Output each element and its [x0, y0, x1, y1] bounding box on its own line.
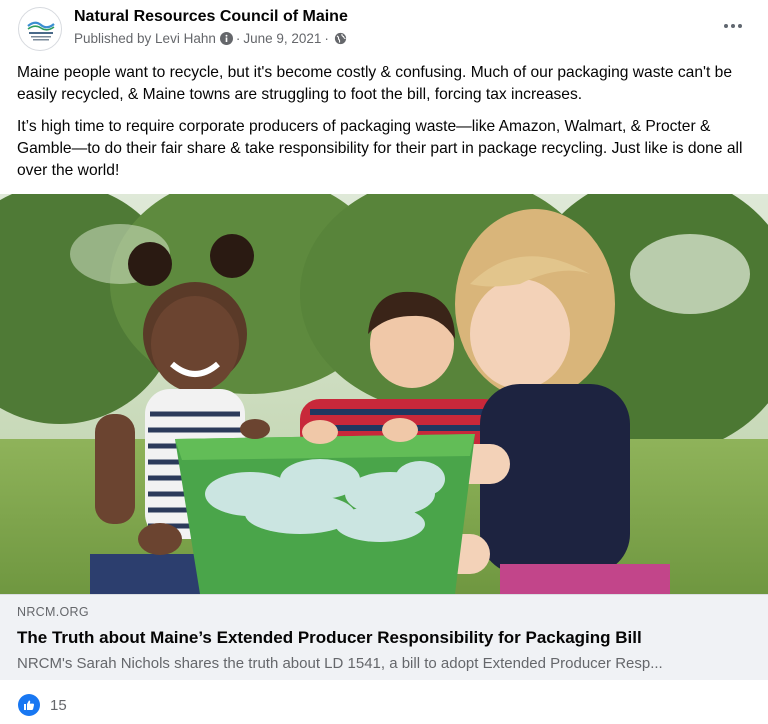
post-date[interactable]: June 9, 2021 [243, 31, 321, 46]
dot-icon [738, 24, 742, 28]
like-icon [18, 694, 40, 716]
meta-separator: · [235, 31, 241, 46]
meta-separator: · [324, 31, 329, 46]
post-paragraph: It’s high time to require corporate prod… [17, 118, 743, 179]
post-body: Maine people want to recycle, but it's b… [17, 62, 752, 182]
info-icon[interactable] [219, 32, 233, 45]
link-preview-image[interactable] [0, 194, 768, 594]
more-options-button[interactable] [718, 14, 748, 38]
dot-icon [731, 24, 735, 28]
children-recycling-photo [0, 194, 768, 594]
link-title[interactable]: The Truth about Maine’s Extended Produce… [17, 628, 642, 648]
link-preview-info[interactable]: NRCM.ORG The Truth about Maine’s Extende… [0, 594, 768, 680]
globe-icon [334, 32, 347, 45]
link-description: NRCM's Sarah Nichols shares the truth ab… [17, 655, 663, 672]
post-header: Natural Resources Council of Maine Publi… [0, 0, 768, 58]
published-by[interactable]: Published by Levi Hahn [74, 31, 216, 46]
post-paragraph: Maine people want to recycle, but it's b… [17, 64, 732, 103]
link-domain: NRCM.ORG [17, 605, 89, 619]
page-avatar[interactable] [18, 7, 62, 51]
nrcm-logo-icon [27, 21, 55, 41]
page-name[interactable]: Natural Resources Council of Maine [74, 8, 348, 26]
post-meta: Published by Levi Hahn · June 9, 2021 · [74, 31, 347, 46]
reaction-count[interactable]: 15 [50, 697, 67, 714]
dot-icon [724, 24, 728, 28]
reactions-summary[interactable]: 15 [18, 694, 67, 716]
